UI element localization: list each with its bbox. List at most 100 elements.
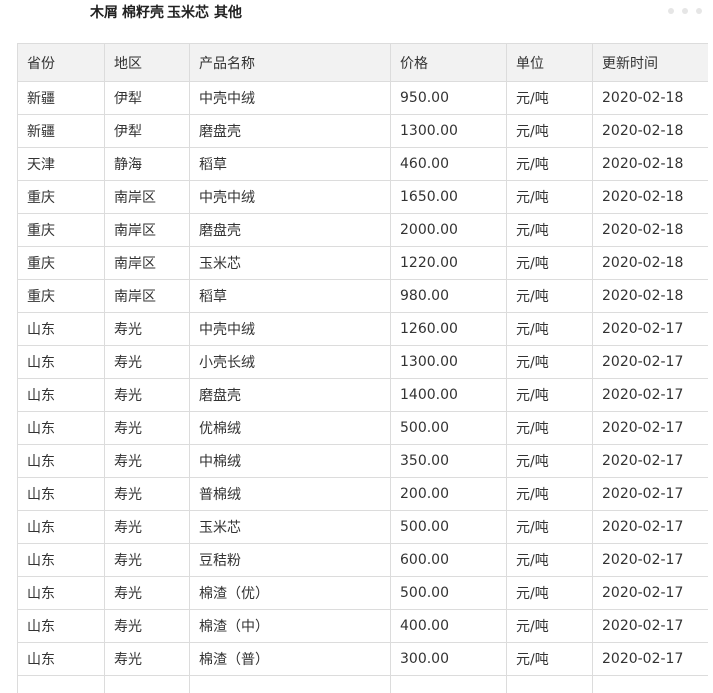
table-row: 重庆南岸区中壳中绒1650.00元/吨2020-02-18 xyxy=(18,181,709,214)
cell-update-time: 2020-02-17 xyxy=(593,577,709,610)
category-link-corncob[interactable]: 玉米芯 xyxy=(167,2,209,22)
cell-update-time: 2020-02-17 xyxy=(593,346,709,379)
cell-product-name: 磨盘壳 xyxy=(190,379,391,412)
cell-province: 山东 xyxy=(18,511,105,544)
cell-update-time: 2020-02-17 xyxy=(593,313,709,346)
cell-unit: 元/吨 xyxy=(507,181,593,214)
cell-region: 寿光 xyxy=(105,610,190,643)
cell-price: 350.00 xyxy=(391,445,507,478)
cell-region: 寿光 xyxy=(105,577,190,610)
cell-region: 伊犁 xyxy=(105,115,190,148)
table-row: 山东寿光玉米芯500.00元/吨2020-02-17 xyxy=(18,511,709,544)
cell-unit: 元/吨 xyxy=(507,247,593,280)
cell-product-name: 棉渣（中） xyxy=(190,610,391,643)
cell-province: 新疆 xyxy=(18,115,105,148)
table-row: 山东寿光普棉绒200.00元/吨2020-02-17 xyxy=(18,478,709,511)
cell-unit: 元/吨 xyxy=(507,313,593,346)
cell-price: 980.00 xyxy=(391,280,507,313)
table-row: 山东寿光棉渣（普）300.00元/吨2020-02-17 xyxy=(18,643,709,676)
cell-unit: 元/吨 xyxy=(507,610,593,643)
cell-province: 重庆 xyxy=(18,181,105,214)
cell-product-name: 中壳中绒 xyxy=(190,313,391,346)
cell-region: 寿光 xyxy=(105,379,190,412)
cell-update-time: 2020-02-17 xyxy=(593,610,709,643)
cell-province: 山东 xyxy=(18,445,105,478)
cell-update-time: 2020-02-17 xyxy=(593,544,709,577)
cell-price: 1300.00 xyxy=(391,346,507,379)
cell-region: 寿光 xyxy=(105,445,190,478)
table-row: 新疆伊犁中壳中绒950.00元/吨2020-02-18 xyxy=(18,82,709,115)
cell-product-name: 磨盘壳 xyxy=(190,214,391,247)
table-row: 山东寿光小壳长绒1300.00元/吨2020-02-17 xyxy=(18,346,709,379)
cell-update-time: 2020-02-18 xyxy=(593,181,709,214)
table-header-row: 省份地区产品名称价格单位更新时间 xyxy=(18,44,709,82)
category-link-sawdust[interactable]: 木屑 xyxy=(90,2,118,22)
cell-update-time: 2020-02-17 xyxy=(593,643,709,676)
corner-decoration-icon xyxy=(665,4,707,18)
cell-product-name: 棉渣（优） xyxy=(190,577,391,610)
table-row: 重庆南岸区玉米芯1220.00元/吨2020-02-18 xyxy=(18,247,709,280)
cell-province: 山东 xyxy=(18,577,105,610)
cell-price: 1300.00 xyxy=(391,115,507,148)
category-link-other[interactable]: 其他 xyxy=(214,2,242,22)
table-row xyxy=(18,676,709,693)
cell-province: 山东 xyxy=(18,412,105,445)
cell-product-name: 中壳中绒 xyxy=(190,181,391,214)
cell-price: 1220.00 xyxy=(391,247,507,280)
price-table: 省份地区产品名称价格单位更新时间 新疆伊犁中壳中绒950.00元/吨2020-0… xyxy=(17,43,708,693)
cell-unit: 元/吨 xyxy=(507,115,593,148)
cell-price: 400.00 xyxy=(391,610,507,643)
cell-unit: 元/吨 xyxy=(507,214,593,247)
cell-product-name: 中棉绒 xyxy=(190,445,391,478)
price-table-container: 省份地区产品名称价格单位更新时间 新疆伊犁中壳中绒950.00元/吨2020-0… xyxy=(17,43,708,693)
cell-update-time: 2020-02-18 xyxy=(593,214,709,247)
cell-province: 山东 xyxy=(18,313,105,346)
cell-product-name: 豆秸粉 xyxy=(190,544,391,577)
cell-product-name: 玉米芯 xyxy=(190,511,391,544)
cell-unit: 元/吨 xyxy=(507,643,593,676)
category-links: 木屑 棉籽壳 玉米芯 其他 xyxy=(0,0,713,26)
cell-price: 300.00 xyxy=(391,643,507,676)
cell-product-name xyxy=(190,676,391,693)
cell-product-name: 稻草 xyxy=(190,148,391,181)
cell-price: 600.00 xyxy=(391,544,507,577)
column-header-update-time: 更新时间 xyxy=(593,44,709,82)
cell-region: 伊犁 xyxy=(105,82,190,115)
cell-price: 1400.00 xyxy=(391,379,507,412)
category-link-cottonseed-hull[interactable]: 棉籽壳 xyxy=(122,2,164,22)
cell-update-time: 2020-02-17 xyxy=(593,478,709,511)
cell-province: 山东 xyxy=(18,544,105,577)
cell-region: 寿光 xyxy=(105,412,190,445)
table-row: 山东寿光优棉绒500.00元/吨2020-02-17 xyxy=(18,412,709,445)
cell-province: 重庆 xyxy=(18,280,105,313)
table-row: 山东寿光中棉绒350.00元/吨2020-02-17 xyxy=(18,445,709,478)
cell-unit xyxy=(507,676,593,693)
cell-update-time: 2020-02-17 xyxy=(593,445,709,478)
cell-unit: 元/吨 xyxy=(507,148,593,181)
cell-update-time: 2020-02-18 xyxy=(593,247,709,280)
cell-region: 南岸区 xyxy=(105,214,190,247)
cell-region xyxy=(105,676,190,693)
cell-unit: 元/吨 xyxy=(507,511,593,544)
table-row: 天津静海稻草460.00元/吨2020-02-18 xyxy=(18,148,709,181)
cell-update-time xyxy=(593,676,709,693)
cell-update-time: 2020-02-17 xyxy=(593,379,709,412)
cell-region: 寿光 xyxy=(105,643,190,676)
cell-unit: 元/吨 xyxy=(507,412,593,445)
cell-product-name: 中壳中绒 xyxy=(190,82,391,115)
cell-update-time: 2020-02-17 xyxy=(593,412,709,445)
cell-region: 南岸区 xyxy=(105,280,190,313)
cell-price: 500.00 xyxy=(391,511,507,544)
column-header-unit: 单位 xyxy=(507,44,593,82)
cell-update-time: 2020-02-18 xyxy=(593,280,709,313)
cell-unit: 元/吨 xyxy=(507,280,593,313)
table-row: 重庆南岸区磨盘壳2000.00元/吨2020-02-18 xyxy=(18,214,709,247)
cell-price: 200.00 xyxy=(391,478,507,511)
table-row: 山东寿光豆秸粉600.00元/吨2020-02-17 xyxy=(18,544,709,577)
cell-region: 寿光 xyxy=(105,346,190,379)
cell-price: 950.00 xyxy=(391,82,507,115)
cell-unit: 元/吨 xyxy=(507,346,593,379)
cell-region: 寿光 xyxy=(105,544,190,577)
table-body: 新疆伊犁中壳中绒950.00元/吨2020-02-18新疆伊犁磨盘壳1300.0… xyxy=(18,82,709,693)
table-row: 新疆伊犁磨盘壳1300.00元/吨2020-02-18 xyxy=(18,115,709,148)
